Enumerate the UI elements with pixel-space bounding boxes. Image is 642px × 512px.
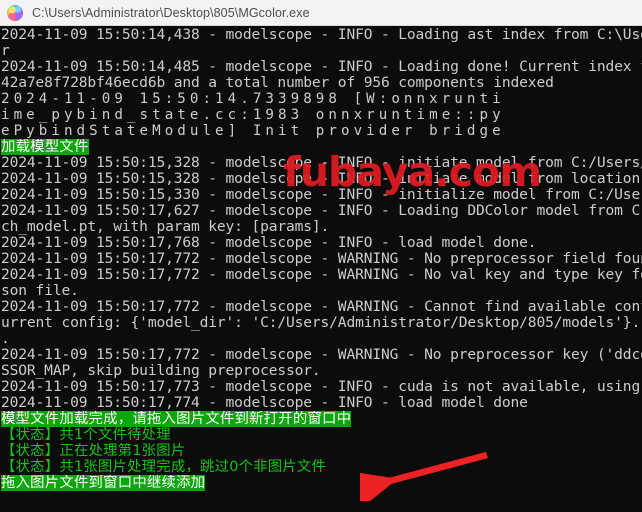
console-line: 2024-11-09 15:50:14,438 - modelscope - I… [1, 27, 642, 43]
console-line: 拖入图片文件到窗口中继续添加 [0, 475, 642, 491]
console-line: 2024-11-09 15:50:17,772 - modelscope - W… [1, 299, 642, 315]
console-line-text: 模型文件加载完成，请拖入图片文件到新打开的窗口中 [1, 411, 352, 427]
console-line: 2024-11-09 15:50:17,774 - modelscope - I… [1, 395, 528, 411]
console-line: son file. [1, 283, 79, 299]
console-line: ch_model.pt, with param key: [params]. [1, 219, 330, 235]
console-line-text: 加载模型文件 [1, 139, 89, 155]
console-line: 2024-11-09 15:50:17,772 - modelscope - W… [1, 347, 642, 363]
console-line: ime_pybind_state.cc:1983 onnxruntime::py [1, 107, 505, 123]
console-line: 2024-11-09 15:50:15,328 - modelscope - I… [1, 171, 642, 187]
console-line: 2024-11-09 15:50:17,772 - modelscope - W… [1, 251, 642, 267]
console-line-text: 拖入图片文件到窗口中继续添加 [1, 475, 206, 491]
console-line: 2024-11-09 15:50:14,485 - modelscope - I… [1, 59, 642, 75]
window-title-text: C:\Users\Administrator\Desktop\805\MGcol… [32, 5, 310, 20]
console-line: 2024-11-09 15:50:17,773 - modelscope - I… [1, 379, 642, 395]
console-window: C:\Users\Administrator\Desktop\805\MGcol… [0, 0, 642, 512]
console-line: . [1, 331, 10, 347]
app-rainbow-icon [7, 4, 23, 21]
console-line: r [1, 43, 10, 59]
console-line: 2024-11-09 15:50:17,768 - modelscope - I… [1, 235, 537, 251]
console-line: 2024-11-09 15:50:14.7339898 [W:onnxrunti [1, 91, 505, 107]
console-line: 2024-11-09 15:50:17,772 - modelscope - W… [1, 267, 642, 283]
console-line: ePybindStateModule] Init provider bridge [1, 123, 505, 139]
console-line-text: 【状态】共1个文件待处理 [1, 427, 171, 443]
console-line: 42a7e8f728bf46ecd6b and a total number o… [1, 75, 554, 91]
console-line: 【状态】正在处理第1张图片 [0, 443, 642, 459]
console-output-area[interactable]: 2024-11-09 15:50:14,438 - modelscope - I… [0, 26, 642, 512]
console-line: SSOR_MAP, skip building preprocessor. [1, 363, 321, 379]
window-title-bar: C:\Users\Administrator\Desktop\805\MGcol… [0, 0, 642, 26]
console-line: 模型文件加载完成，请拖入图片文件到新打开的窗口中 [0, 411, 642, 427]
console-line: urrent config: {'model_dir': 'C:/Users/A… [1, 315, 642, 331]
console-line: 【状态】共1个文件待处理 [0, 427, 642, 443]
console-line-list: 2024-11-09 15:50:14,438 - modelscope - I… [0, 27, 642, 507]
console-line: 2024-11-09 15:50:15,328 - modelscope - I… [1, 155, 642, 171]
console-line: 加载模型文件 [0, 139, 642, 155]
console-line: 【状态】共1张图片处理完成，跳过0个非图片文件 [0, 459, 642, 475]
console-line-text: 【状态】正在处理第1张图片 [1, 443, 186, 459]
console-line: 2024-11-09 15:50:15,330 - modelscope - I… [1, 187, 642, 203]
console-line-text: 【状态】共1张图片处理完成，跳过0个非图片文件 [1, 459, 327, 475]
console-line: 2024-11-09 15:50:17,627 - modelscope - I… [1, 203, 642, 219]
